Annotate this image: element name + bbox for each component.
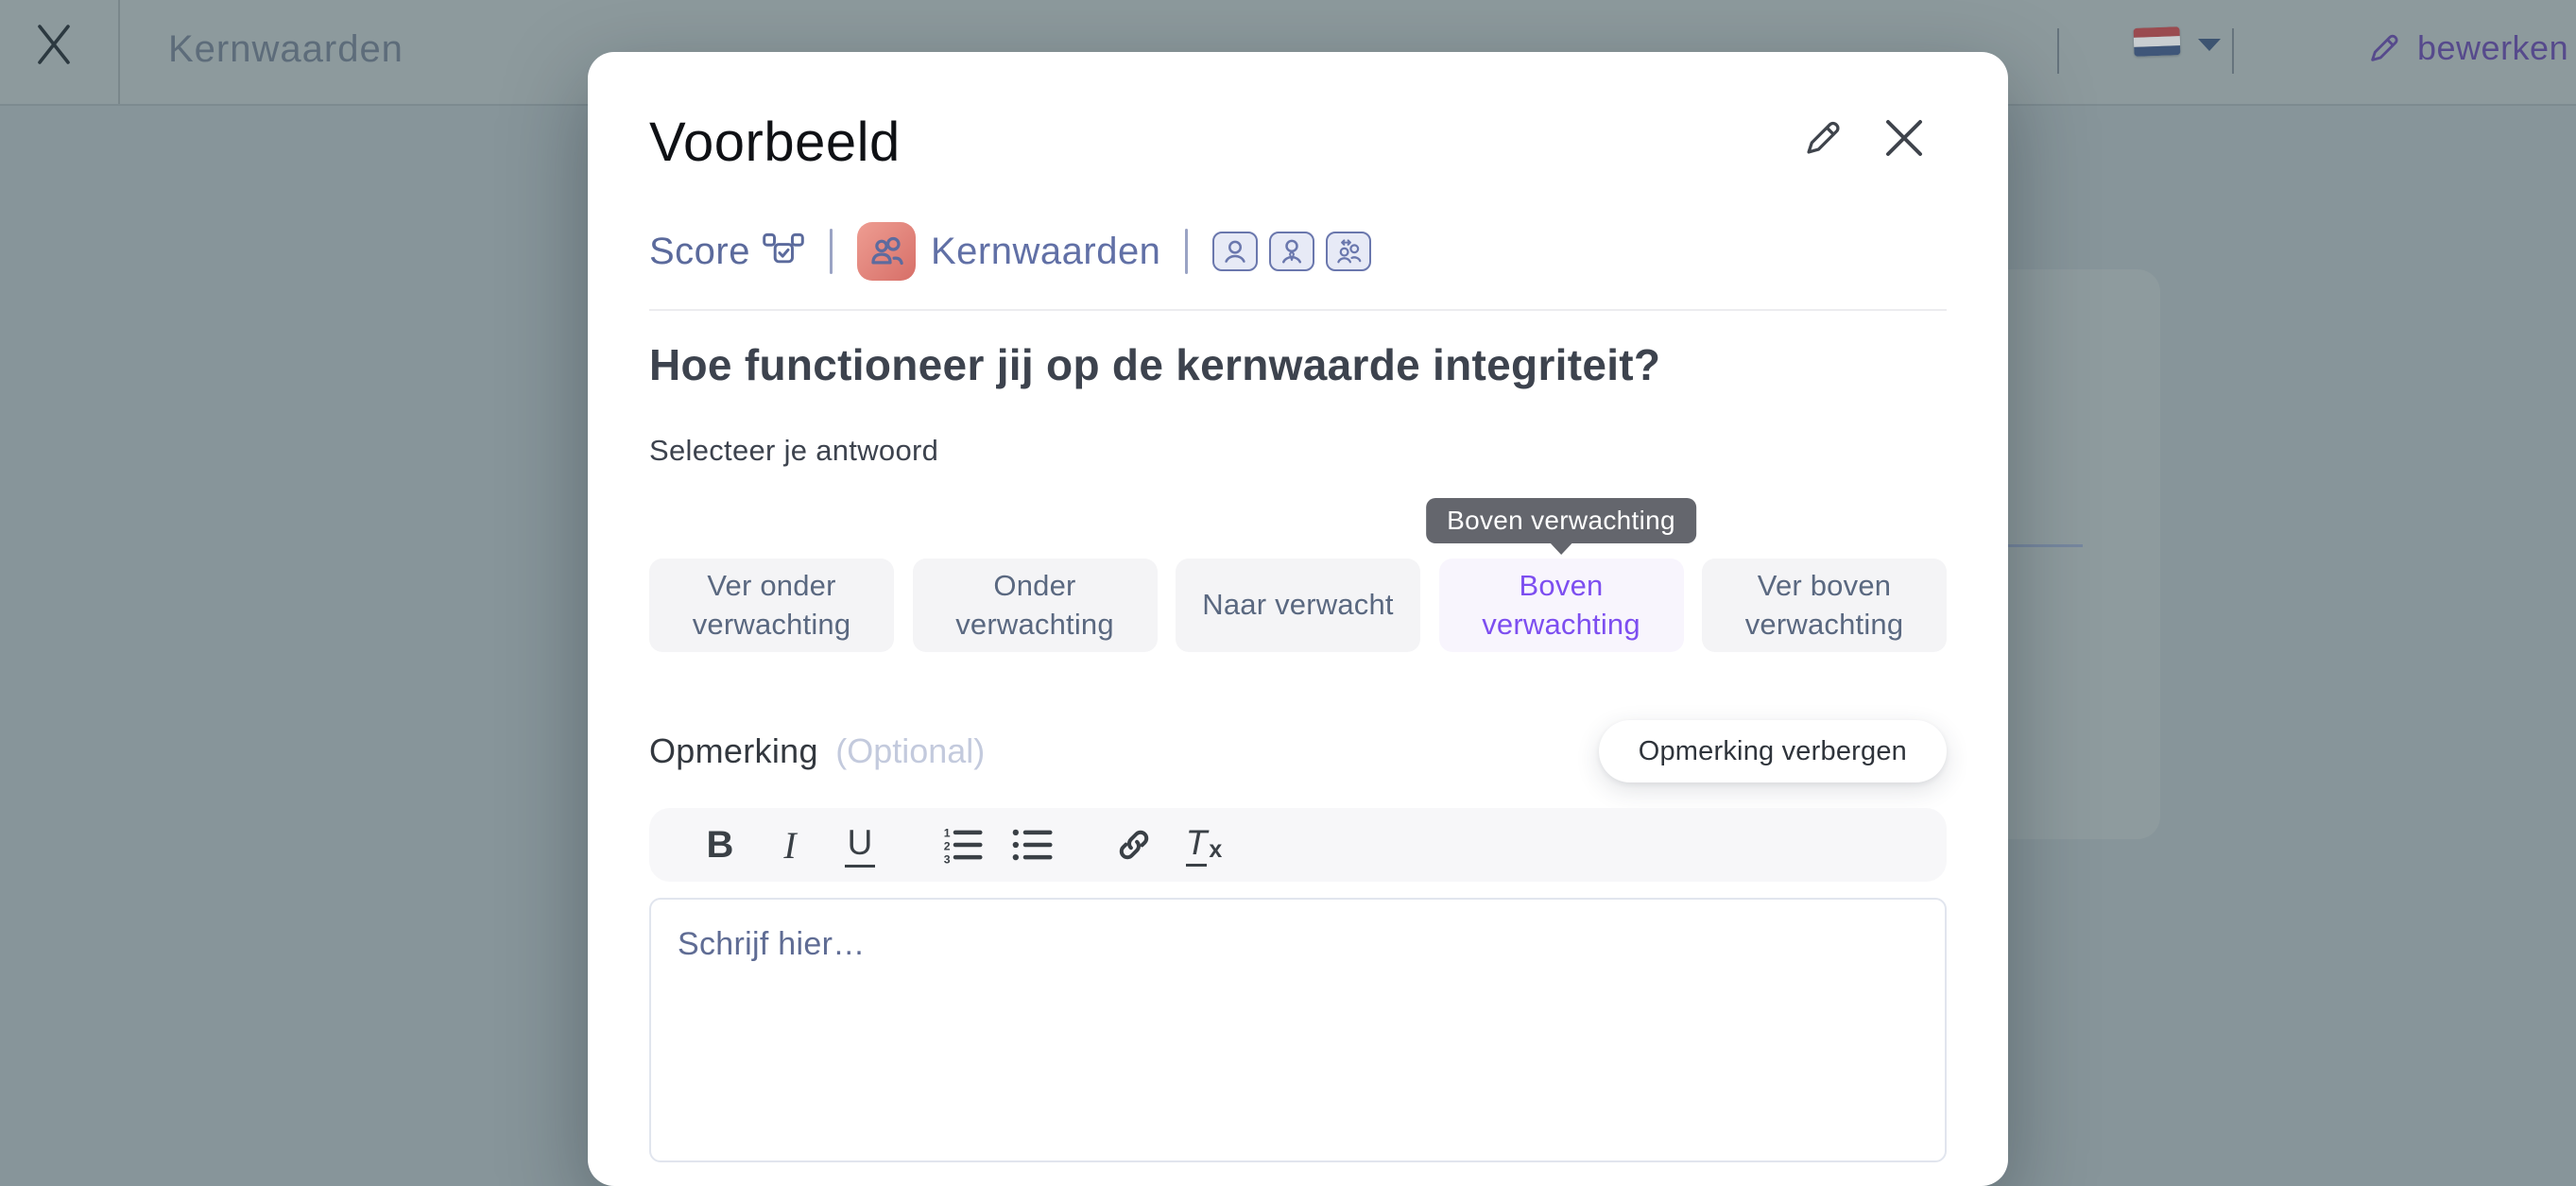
- clear-formatting-icon: T: [1186, 823, 1208, 867]
- answer-option-3[interactable]: Naar verwacht: [1176, 559, 1420, 652]
- svg-text:3: 3: [944, 852, 951, 865]
- comment-optional-label: (Optional): [835, 731, 985, 770]
- bold-button[interactable]: B: [698, 818, 742, 871]
- meta-divider: [1185, 229, 1188, 274]
- link-button[interactable]: [1112, 818, 1156, 871]
- close-icon: [30, 19, 77, 66]
- chevron-down-icon[interactable]: [2198, 39, 2221, 51]
- meta-divider: [830, 229, 833, 274]
- comment-editor-input[interactable]: [649, 898, 1947, 1162]
- answer-option-2[interactable]: Onder verwachting: [913, 559, 1158, 652]
- answer-option-4-selected[interactable]: Boven verwachting: [1439, 559, 1684, 652]
- background-active-tab-underline: [2007, 544, 2083, 547]
- modal-title: Voorbeeld: [649, 111, 901, 174]
- person-tie-icon: [1278, 237, 1306, 266]
- header-divider: [649, 309, 1947, 311]
- underline-icon: U: [845, 823, 876, 868]
- comment-header-row: Opmerking (Optional) Opmerking verbergen: [649, 713, 1947, 789]
- tooltip: Boven verwachting: [1426, 498, 1696, 543]
- comment-label-group: Opmerking (Optional): [649, 731, 985, 771]
- close-icon: [1880, 114, 1928, 162]
- bullet-list-icon: [1010, 825, 1054, 865]
- person-icon: [1221, 237, 1249, 266]
- answer-option-1[interactable]: Ver onder verwachting: [649, 559, 894, 652]
- score-type-icon: [762, 231, 805, 272]
- underline-button[interactable]: U: [838, 818, 882, 871]
- pencil-icon: [2366, 30, 2402, 66]
- svg-text:1: 1: [944, 826, 951, 839]
- clear-formatting-button[interactable]: T x: [1182, 818, 1226, 871]
- italic-icon: I: [783, 823, 796, 868]
- hide-comment-button[interactable]: Opmerking verbergen: [1599, 720, 1947, 782]
- audience-manager-button[interactable]: [1269, 232, 1314, 271]
- ordered-list-icon: 1 2 3: [940, 825, 984, 865]
- topbar-divider: [118, 0, 120, 104]
- edit-link-label: bewerken: [2417, 28, 2568, 68]
- comment-label: Opmerking: [649, 731, 818, 770]
- question-text: Hoe functioneer jij op de kernwaarde int…: [649, 339, 1947, 390]
- audience-self-button[interactable]: [1212, 232, 1258, 271]
- edit-question-button[interactable]: [1801, 116, 1845, 160]
- netherlands-flag-icon[interactable]: [2133, 26, 2180, 57]
- kernwaarden-category-icon: [857, 222, 916, 281]
- italic-button[interactable]: I: [768, 818, 812, 871]
- richtext-toolbar: B I U 1 2 3: [649, 808, 1947, 882]
- topbar-separator: [2232, 28, 2234, 74]
- link-icon: [1114, 825, 1154, 865]
- people-swap-icon: [1334, 237, 1363, 266]
- svg-text:2: 2: [944, 839, 951, 852]
- page-title: Kernwaarden: [168, 0, 404, 104]
- question-meta-row: Score Kernwaarden: [649, 220, 1382, 283]
- bullet-list-button[interactable]: [1010, 818, 1054, 871]
- question-category-label: Kernwaarden: [931, 231, 1160, 273]
- audience-peers-button[interactable]: [1326, 232, 1371, 271]
- answer-options-row: Boven verwachting Ver onder verwachting …: [649, 559, 1947, 652]
- question-type-label: Score: [649, 231, 750, 273]
- page-close-button[interactable]: [30, 19, 77, 66]
- topbar-separator: [2057, 28, 2059, 74]
- bold-icon: B: [707, 824, 734, 867]
- modal-close-button[interactable]: [1880, 114, 1928, 162]
- edit-page-button[interactable]: bewerken: [2366, 28, 2568, 68]
- score-question-modal: Voorbeeld Score: [588, 52, 2008, 1186]
- answer-prompt: Selecteer je antwoord: [649, 434, 938, 468]
- pencil-icon: [1801, 116, 1845, 160]
- ordered-list-button[interactable]: 1 2 3: [940, 818, 984, 871]
- answer-option-5[interactable]: Ver boven verwachting: [1702, 559, 1947, 652]
